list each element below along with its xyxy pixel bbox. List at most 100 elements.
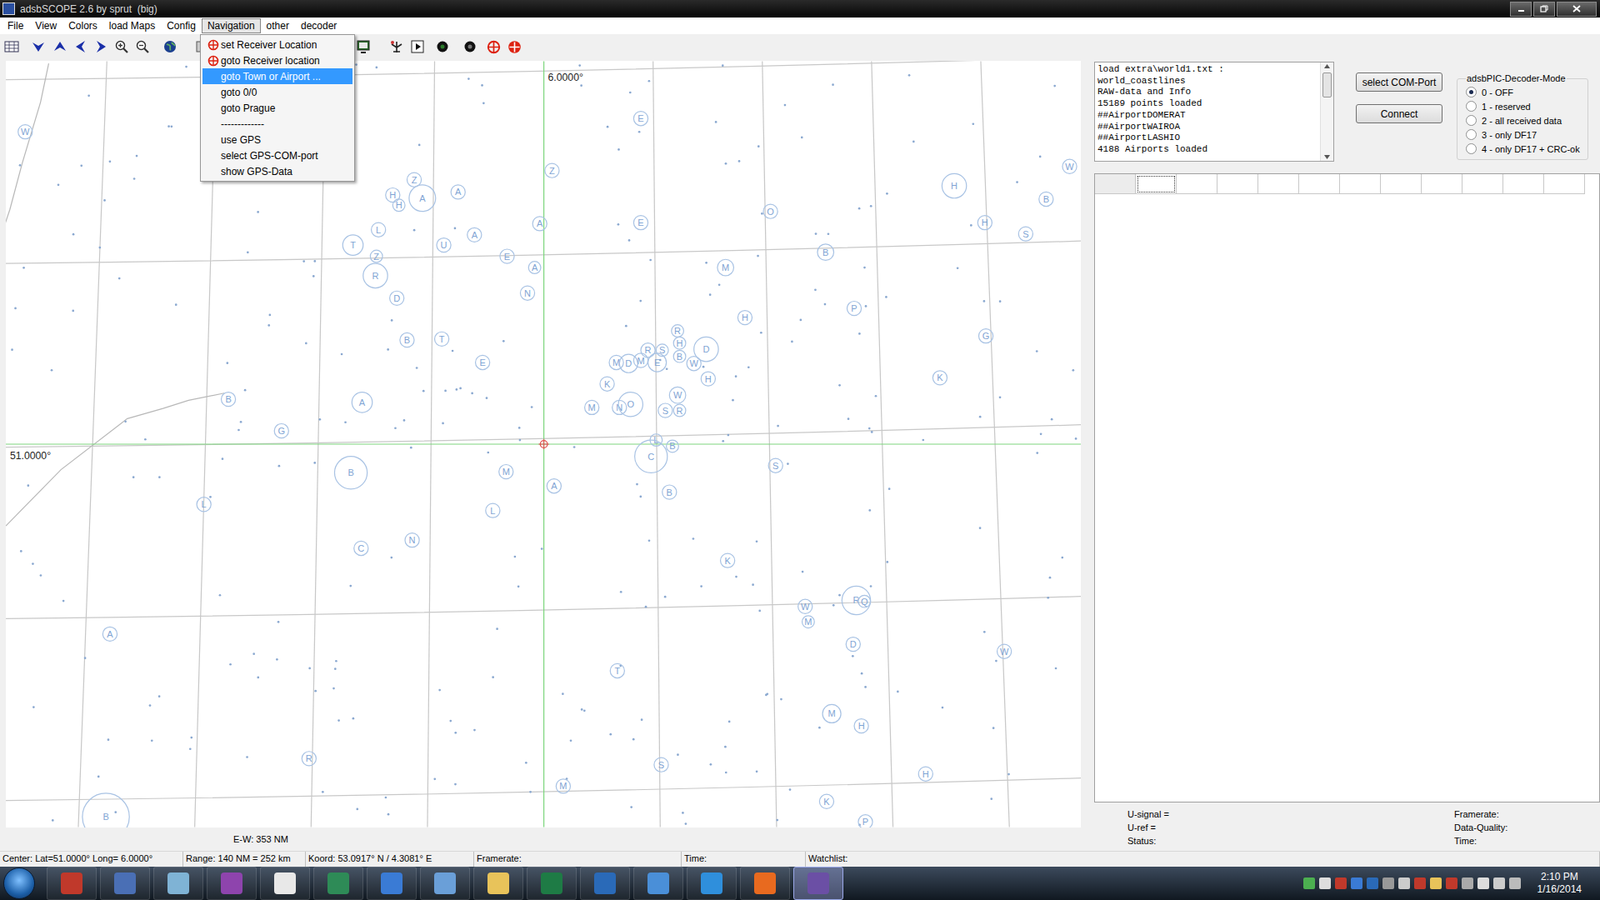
push-button[interactable]: Connect bbox=[1355, 104, 1443, 124]
dropdown-item[interactable]: show GPS-Data bbox=[202, 163, 353, 180]
tray-icon[interactable] bbox=[1509, 877, 1521, 890]
airport-pin[interactable]: D bbox=[845, 637, 860, 652]
grid-button[interactable] bbox=[1, 36, 22, 57]
airport-pin[interactable]: H bbox=[977, 215, 992, 230]
menu-item[interactable]: Config bbox=[160, 18, 202, 34]
airport-pin[interactable]: G bbox=[274, 423, 289, 438]
scroll-thumb[interactable] bbox=[1322, 72, 1332, 98]
airport-pin[interactable]: S bbox=[658, 403, 673, 418]
tray-icon[interactable] bbox=[1461, 877, 1474, 890]
radio-button[interactable] bbox=[1465, 143, 1477, 155]
table-cell[interactable] bbox=[1340, 174, 1381, 195]
airport-pin[interactable]: A bbox=[528, 261, 541, 275]
dropdown-item[interactable]: goto 0/0 bbox=[202, 84, 353, 100]
table-cell[interactable] bbox=[1217, 174, 1259, 195]
table-cell[interactable] bbox=[1462, 174, 1504, 195]
airport-pin[interactable]: B bbox=[334, 456, 367, 490]
airport-pin[interactable]: O bbox=[618, 392, 643, 417]
radio-button[interactable] bbox=[1465, 86, 1477, 98]
airport-pin[interactable]: A bbox=[409, 185, 436, 212]
airport-pin[interactable]: H bbox=[941, 173, 966, 198]
airport-pin[interactable]: T bbox=[610, 663, 625, 678]
stop-record-button[interactable] bbox=[460, 36, 480, 57]
tray-icon[interactable] bbox=[1303, 877, 1315, 890]
airport-pin[interactable]: R bbox=[671, 325, 685, 338]
airport-pin[interactable]: C bbox=[635, 440, 668, 473]
tray-icon[interactable] bbox=[1366, 877, 1379, 890]
globe-button[interactable] bbox=[160, 36, 180, 57]
radio-button[interactable] bbox=[1465, 100, 1477, 112]
airport-pin[interactable]: B bbox=[400, 332, 415, 347]
airport-pin[interactable]: A bbox=[351, 392, 373, 414]
airport-pin[interactable]: B bbox=[817, 244, 835, 261]
airport-pin[interactable]: Z bbox=[545, 163, 560, 178]
menu-item[interactable]: Navigation bbox=[201, 18, 261, 34]
airport-pin[interactable]: S bbox=[1018, 226, 1033, 241]
airport-pin[interactable]: O bbox=[763, 204, 778, 219]
airport-pin[interactable]: E bbox=[648, 353, 667, 372]
radio-option[interactable]: 4 - only DF17 + CRC-ok bbox=[1465, 141, 1581, 156]
airport-pin[interactable]: E bbox=[633, 215, 648, 230]
table-cell[interactable] bbox=[1258, 174, 1300, 195]
airport-pin[interactable]: H bbox=[918, 766, 933, 781]
airport-pin[interactable]: W bbox=[997, 644, 1012, 659]
airport-pin[interactable]: K bbox=[720, 553, 735, 568]
taskbar-app-icon[interactable] bbox=[153, 866, 204, 900]
tray-icon[interactable] bbox=[1382, 877, 1395, 890]
taskbar-app-icon[interactable] bbox=[46, 866, 97, 900]
airport-pin[interactable]: K bbox=[600, 376, 615, 391]
taskbar-app-icon[interactable] bbox=[100, 866, 150, 900]
airport-pin[interactable]: T bbox=[342, 235, 364, 256]
tray-icon[interactable] bbox=[1493, 877, 1505, 890]
airport-pin[interactable]: P bbox=[858, 815, 873, 828]
tray-icon[interactable] bbox=[1350, 877, 1363, 890]
airport-pin[interactable]: R bbox=[841, 585, 870, 615]
zoom-out-button[interactable] bbox=[132, 36, 153, 57]
tray-icon[interactable] bbox=[1398, 877, 1410, 890]
airport-pin[interactable]: A bbox=[102, 626, 117, 641]
airport-pin[interactable]: P bbox=[846, 300, 861, 315]
set-receiver-button[interactable] bbox=[483, 36, 504, 57]
airport-pin[interactable]: M bbox=[585, 400, 600, 415]
airport-pin[interactable]: B bbox=[82, 793, 130, 828]
airport-pin[interactable]: M bbox=[499, 465, 514, 480]
menu-item[interactable]: other bbox=[260, 18, 295, 34]
taskbar-app-icon[interactable] bbox=[366, 866, 417, 900]
tray-icon[interactable] bbox=[1445, 877, 1458, 890]
taskbar-app-icon[interactable] bbox=[260, 866, 310, 900]
airport-pin[interactable]: M bbox=[633, 353, 648, 368]
antenna-button[interactable] bbox=[386, 36, 407, 57]
taskbar-app-icon[interactable] bbox=[206, 866, 257, 900]
airport-pin[interactable]: B bbox=[662, 485, 677, 500]
log-scrollbar[interactable] bbox=[1320, 62, 1334, 161]
airport-pin[interactable]: M bbox=[555, 779, 570, 794]
taskbar-app-icon[interactable] bbox=[420, 866, 470, 900]
taskbar-app-icon[interactable] bbox=[686, 866, 737, 900]
airport-pin[interactable]: M bbox=[717, 259, 735, 276]
airport-pin[interactable]: A bbox=[532, 216, 547, 231]
airport-pin[interactable]: M bbox=[822, 704, 841, 723]
radio-button[interactable] bbox=[1465, 115, 1477, 126]
airport-pin[interactable]: W bbox=[798, 599, 813, 614]
airport-pin[interactable]: B bbox=[1039, 191, 1054, 206]
map-drawing[interactable]: WEZHHAAZAEOHWBHSLTUAZREABMNDPHGRBTHRSDBM… bbox=[5, 60, 1081, 828]
taskbar-app-icon[interactable] bbox=[633, 866, 684, 900]
airport-pin[interactable]: E bbox=[500, 249, 515, 264]
taskbar-app-icon[interactable] bbox=[313, 866, 364, 900]
airport-pin[interactable]: H bbox=[673, 336, 686, 350]
play-button[interactable] bbox=[407, 36, 428, 57]
airport-pin[interactable]: D bbox=[390, 290, 405, 305]
zoom-in-button[interactable] bbox=[111, 36, 132, 57]
radio-button[interactable] bbox=[1465, 129, 1477, 140]
airport-pin[interactable]: L bbox=[371, 222, 386, 237]
airport-pin[interactable]: A bbox=[450, 185, 465, 200]
airport-pin[interactable]: W bbox=[686, 356, 701, 371]
move-left-button[interactable] bbox=[70, 36, 91, 57]
radio-option[interactable]: 1 - reserved bbox=[1465, 99, 1581, 114]
record-button[interactable] bbox=[432, 36, 453, 57]
airport-pin[interactable]: C bbox=[354, 540, 369, 555]
taskbar-app-icon[interactable] bbox=[740, 866, 790, 900]
airport-pin[interactable]: N bbox=[612, 400, 627, 415]
monitor-button[interactable] bbox=[353, 36, 374, 57]
airport-pin[interactable]: Q bbox=[858, 595, 871, 608]
